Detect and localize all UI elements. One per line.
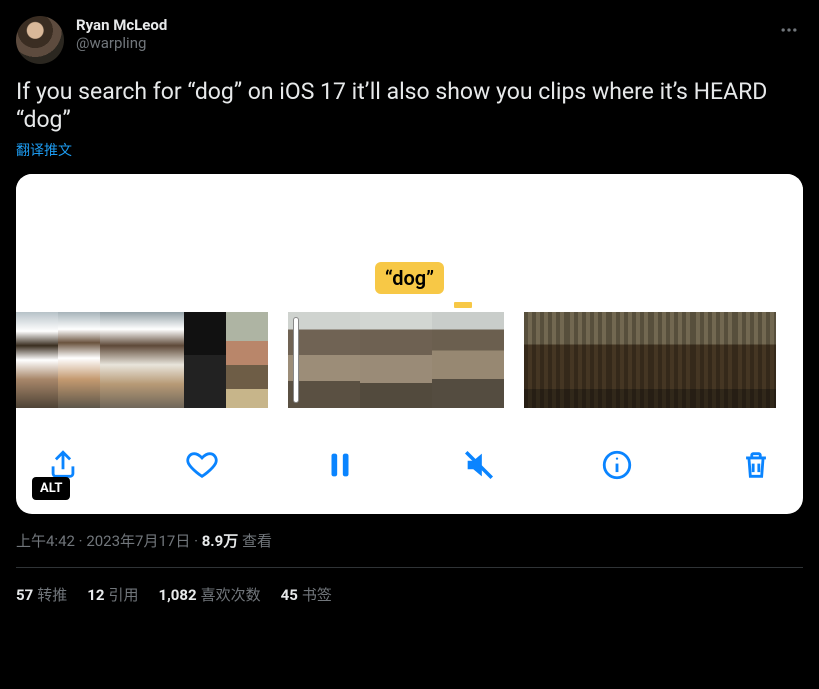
clip-thumbnail[interactable] (692, 312, 734, 408)
tweet-container: Ryan McLeod @warpling If you search for … (0, 0, 819, 621)
trash-icon (739, 448, 773, 482)
clip-thumbnail[interactable] (650, 312, 692, 408)
pause-button[interactable] (317, 442, 363, 488)
clip-thumbnail[interactable] (432, 312, 504, 408)
playhead-marker (454, 302, 472, 308)
media-toolbar (16, 426, 803, 514)
more-button[interactable] (775, 16, 803, 48)
clip-group-2[interactable] (288, 312, 504, 408)
playhead-marker-row (16, 300, 803, 312)
like-button[interactable] (179, 442, 225, 488)
tweet-stats: 57转推 12引用 1,082喜欢次数 45书签 (16, 584, 803, 605)
likes-stat[interactable]: 1,082喜欢次数 (158, 584, 260, 605)
info-button[interactable] (594, 442, 640, 488)
tweet-meta: 上午4:42 · 2023年7月17日 · 8.9万 查看 (16, 530, 803, 551)
views-label: 查看 (242, 532, 272, 550)
author-handle: @warpling (76, 34, 167, 52)
bookmarks-stat[interactable]: 45书签 (281, 584, 332, 605)
clip-thumbnail[interactable] (288, 312, 360, 408)
clip-group-3[interactable] (524, 312, 776, 408)
clip-thumbnail[interactable] (142, 312, 184, 408)
mute-icon (462, 448, 496, 482)
media-top-area: “dog” (16, 174, 803, 300)
tweet-date[interactable]: 2023年7月17日 (86, 532, 190, 550)
clip-thumbnail[interactable] (608, 312, 650, 408)
tweet-header: Ryan McLeod @warpling (16, 16, 803, 64)
divider (16, 567, 803, 568)
clip-group-1[interactable] (16, 312, 268, 408)
clip-thumbnail[interactable] (16, 312, 58, 408)
clip-thumbnail[interactable] (566, 312, 608, 408)
delete-button[interactable] (733, 442, 779, 488)
clip-thumbnail[interactable] (184, 312, 226, 408)
author-block[interactable]: Ryan McLeod @warpling (76, 16, 167, 52)
quotes-stat[interactable]: 12引用 (87, 584, 138, 605)
clip-thumbnail[interactable] (226, 312, 268, 408)
info-icon (600, 448, 634, 482)
caption-bubble: “dog” (375, 262, 444, 294)
clip-thumbnail[interactable] (58, 312, 100, 408)
heart-icon (185, 448, 219, 482)
mute-button[interactable] (456, 442, 502, 488)
avatar[interactable] (16, 16, 64, 64)
author-name: Ryan McLeod (76, 16, 167, 34)
alt-badge[interactable]: ALT (32, 477, 70, 500)
tweet-time[interactable]: 上午4:42 (16, 532, 75, 550)
clip-thumbnail[interactable] (360, 312, 432, 408)
ellipsis-icon (779, 20, 799, 40)
translate-link[interactable]: 翻译推文 (16, 140, 803, 160)
retweets-stat[interactable]: 57转推 (16, 584, 67, 605)
views-count: 8.9万 (202, 532, 239, 550)
media-card[interactable]: “dog” (16, 174, 803, 514)
tweet-text: If you search for “dog” on iOS 17 it’ll … (16, 78, 803, 134)
clips-row[interactable] (16, 312, 803, 408)
clip-thumbnail[interactable] (734, 312, 776, 408)
clip-thumbnail[interactable] (100, 312, 142, 408)
pause-icon (323, 448, 357, 482)
clip-thumbnail[interactable] (524, 312, 566, 408)
